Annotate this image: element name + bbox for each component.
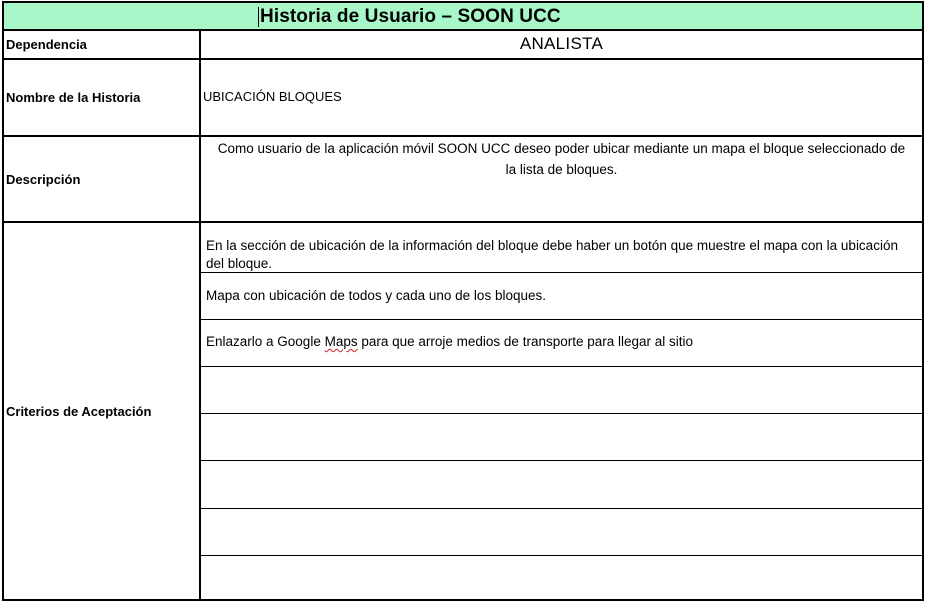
criterion-3-text-after: para que arroje medios de transporte par… bbox=[357, 334, 694, 349]
label-criterios: Criterios de Aceptación bbox=[4, 223, 201, 599]
criterion-3-text-before: Enlazarlo a Google bbox=[206, 334, 325, 349]
criteria-list: En la sección de ubicación de la informa… bbox=[201, 223, 922, 599]
criterion-5[interactable] bbox=[201, 414, 922, 461]
criterion-8[interactable] bbox=[201, 556, 922, 599]
label-nombre-historia: Nombre de la Historia bbox=[4, 60, 201, 135]
criterion-1[interactable]: En la sección de ubicación de la informa… bbox=[201, 223, 922, 273]
title-bar: Historia de Usuario – SOON UCC bbox=[4, 3, 922, 31]
user-story-table: Historia de Usuario – SOON UCC Dependenc… bbox=[2, 1, 924, 601]
criterion-4[interactable] bbox=[201, 367, 922, 414]
row-criterios: Criterios de Aceptación En la sección de… bbox=[4, 223, 922, 599]
cell-criterios: En la sección de ubicación de la informa… bbox=[201, 223, 922, 599]
row-nombre-historia: Nombre de la Historia UBICACIÓN BLOQUES bbox=[4, 60, 922, 137]
cell-descripcion[interactable]: Como usuario de la aplicación móvil SOON… bbox=[201, 137, 922, 221]
text-cursor bbox=[258, 7, 259, 27]
cell-nombre-historia[interactable]: UBICACIÓN BLOQUES bbox=[201, 60, 922, 135]
label-descripcion: Descripción bbox=[4, 137, 201, 221]
row-dependencia: Dependencia ANALISTA bbox=[4, 31, 922, 60]
row-descripcion: Descripción Como usuario de la aplicació… bbox=[4, 137, 922, 223]
cell-dependencia[interactable]: ANALISTA bbox=[201, 31, 922, 58]
criterion-2[interactable]: Mapa con ubicación de todos y cada uno d… bbox=[201, 273, 922, 320]
label-dependencia: Dependencia bbox=[4, 31, 201, 58]
value-descripcion: Como usuario de la aplicación móvil SOON… bbox=[217, 141, 906, 177]
value-nombre-historia: UBICACIÓN BLOQUES bbox=[203, 89, 342, 104]
criterion-3[interactable]: Enlazarlo a Google Maps para que arroje … bbox=[201, 320, 922, 367]
page-title[interactable]: Historia de Usuario – SOON UCC bbox=[260, 6, 561, 28]
value-dependencia: ANALISTA bbox=[519, 34, 604, 53]
criterion-6[interactable] bbox=[201, 461, 922, 509]
criterion-7[interactable] bbox=[201, 509, 922, 556]
criterion-3-flagged-word: Maps bbox=[324, 334, 358, 349]
